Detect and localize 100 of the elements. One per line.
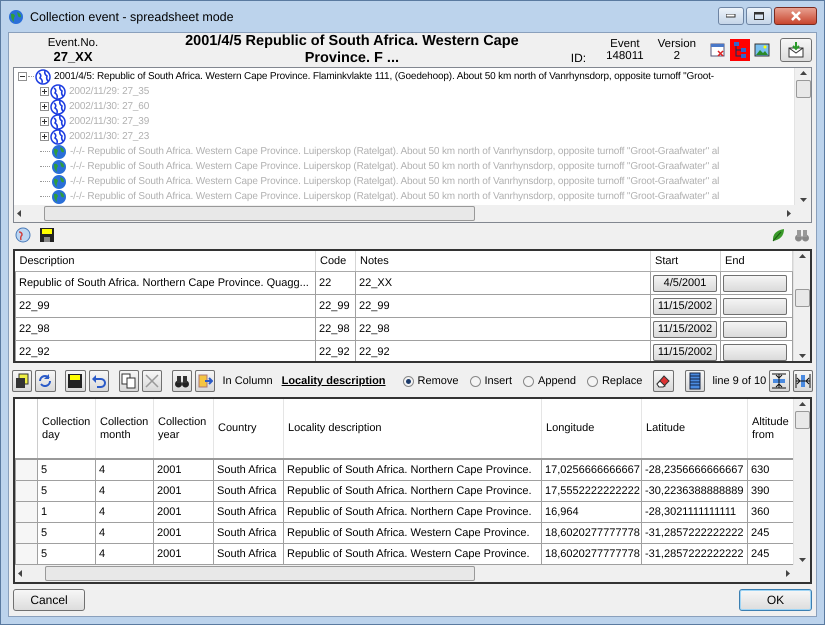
- mode-radio[interactable]: Append: [523, 375, 576, 387]
- grid-cell: 4: [96, 459, 154, 480]
- expand-toggle[interactable]: [40, 87, 49, 96]
- globe-icon: [8, 8, 24, 24]
- horizontal-scrollbar[interactable]: [15, 565, 793, 582]
- grid-cell: South Africa: [214, 459, 284, 480]
- version-value: 2: [674, 50, 680, 62]
- column-header[interactable]: Start: [650, 251, 720, 272]
- send-button[interactable]: [780, 38, 812, 62]
- minimize-icon: [726, 14, 736, 18]
- grid-cell: 2001: [154, 480, 214, 502]
- close-icon: [790, 11, 802, 21]
- globe-icon: [51, 174, 67, 190]
- horizontal-scrollbar[interactable]: [14, 205, 794, 222]
- end-date-button[interactable]: [723, 344, 787, 360]
- grid-cell: 2001: [154, 459, 214, 480]
- start-date-button[interactable]: 11/15/2002: [653, 320, 717, 338]
- refresh-icon[interactable]: [35, 370, 56, 392]
- scrollbar-thumb[interactable]: [796, 80, 810, 98]
- event-label: Event: [610, 38, 640, 50]
- column-header[interactable]: Code: [316, 251, 356, 272]
- grid-cell: -30,2236388888889: [642, 480, 748, 502]
- column-header[interactable]: Latitude: [642, 399, 748, 459]
- table-cell: Republic of South Africa. Northern Cape Province. Quagg...: [16, 272, 316, 294]
- column-header[interactable]: Collection day: [38, 399, 96, 459]
- table-cell: 22_98: [316, 318, 356, 340]
- vertical-scrollbar[interactable]: [793, 399, 810, 565]
- window-title: Collection event - spreadsheet mode: [30, 10, 235, 24]
- maximize-button[interactable]: [746, 7, 772, 25]
- rows-icon[interactable]: [685, 370, 706, 392]
- grid-cell: 4: [96, 480, 154, 502]
- end-date-button[interactable]: [723, 298, 787, 314]
- column-header[interactable]: Collection year: [154, 399, 214, 459]
- cancel-button[interactable]: Cancel: [13, 589, 85, 611]
- column-header[interactable]: Collection month: [96, 399, 154, 459]
- scrollbar-thumb[interactable]: [794, 289, 810, 307]
- grid-cell: South Africa: [214, 502, 284, 522]
- start-date-button[interactable]: 11/15/2002: [653, 344, 717, 360]
- copy-all-icon[interactable]: [12, 370, 32, 392]
- globe-icon[interactable]: [13, 225, 33, 245]
- binoculars-icon[interactable]: [172, 370, 192, 392]
- end-date-button[interactable]: [723, 320, 787, 338]
- version-label: Version: [658, 38, 696, 50]
- column-header[interactable]: Locality description: [284, 399, 542, 459]
- globe-icon: [51, 158, 67, 174]
- column-header[interactable]: Notes: [356, 251, 650, 272]
- maximize-icon: [754, 12, 764, 20]
- globe-icon: [51, 144, 67, 160]
- undo-icon[interactable]: [88, 370, 109, 392]
- collapse-toggle[interactable]: [18, 72, 27, 81]
- grid-cell: 18,6020277777778: [542, 522, 642, 544]
- grid-cell: 17,0256666666667: [542, 459, 642, 480]
- transfer-icon[interactable]: [195, 370, 216, 392]
- grid-cell: Republic of South Africa. Northern Cape Province.: [284, 480, 542, 502]
- copy-icon[interactable]: [118, 370, 139, 392]
- scrollbar-thumb[interactable]: [45, 566, 475, 581]
- save-icon[interactable]: [37, 225, 57, 245]
- vertical-scrollbar[interactable]: [793, 251, 810, 361]
- grid-cell: 5: [38, 480, 96, 502]
- globe-icon: [50, 114, 66, 130]
- grid-cell: 2001: [154, 502, 214, 522]
- calendar-icon[interactable]: [710, 42, 726, 58]
- minimize-button[interactable]: [718, 7, 744, 25]
- expand-toggle[interactable]: [40, 102, 49, 111]
- scrollbar-thumb[interactable]: [44, 206, 475, 221]
- column-name: Locality description: [282, 375, 386, 387]
- eraser-icon[interactable]: [653, 370, 674, 392]
- column-header[interactable]: End: [720, 251, 792, 272]
- start-date-button[interactable]: 11/15/2002: [653, 298, 717, 314]
- expand-toggle[interactable]: [40, 117, 49, 126]
- close-button[interactable]: [774, 7, 817, 25]
- image-icon[interactable]: [754, 42, 770, 58]
- mode-radio[interactable]: Remove: [402, 375, 458, 387]
- scrollbar-thumb[interactable]: [794, 411, 810, 429]
- globe-icon: [51, 188, 67, 204]
- mode-radio[interactable]: Insert: [470, 375, 512, 387]
- globe-icon: [50, 84, 66, 100]
- column-width-icon[interactable]: [792, 370, 813, 392]
- globe-icon: [50, 128, 66, 144]
- grid-cell: -28,3021111111111: [642, 502, 748, 522]
- tree-item[interactable]: 2001/4/5: Republic of South Africa. Western Cape Province. Flaminkvlakte 111, (Goedehoop). About 50 km north of Vanrhynsdorp, opposite turnoff "Groot-: [54, 71, 714, 82]
- delete-icon[interactable]: [142, 370, 162, 392]
- start-date-button[interactable]: 4/5/2001: [653, 274, 717, 292]
- grid-cell: 1: [38, 502, 96, 522]
- vertical-scrollbar[interactable]: [794, 68, 811, 205]
- globe-icon: [50, 98, 66, 114]
- column-header[interactable]: Country: [214, 399, 284, 459]
- expand-toggle[interactable]: [40, 132, 49, 141]
- table-cell: 22_92: [16, 340, 316, 361]
- row-height-icon[interactable]: [769, 370, 790, 392]
- column-header[interactable]: Longitude: [542, 399, 642, 459]
- grid-cell: 16,964: [542, 502, 642, 522]
- mode-radio[interactable]: Replace: [586, 375, 642, 387]
- column-header[interactable]: Description: [16, 251, 316, 272]
- end-date-button[interactable]: [723, 274, 787, 292]
- column-header[interactable]: Altitude from: [748, 399, 793, 459]
- grid-cell: 4: [96, 502, 154, 522]
- table-cell: 22: [316, 272, 356, 294]
- ok-button[interactable]: OK: [739, 589, 812, 611]
- save-icon[interactable]: [65, 370, 86, 392]
